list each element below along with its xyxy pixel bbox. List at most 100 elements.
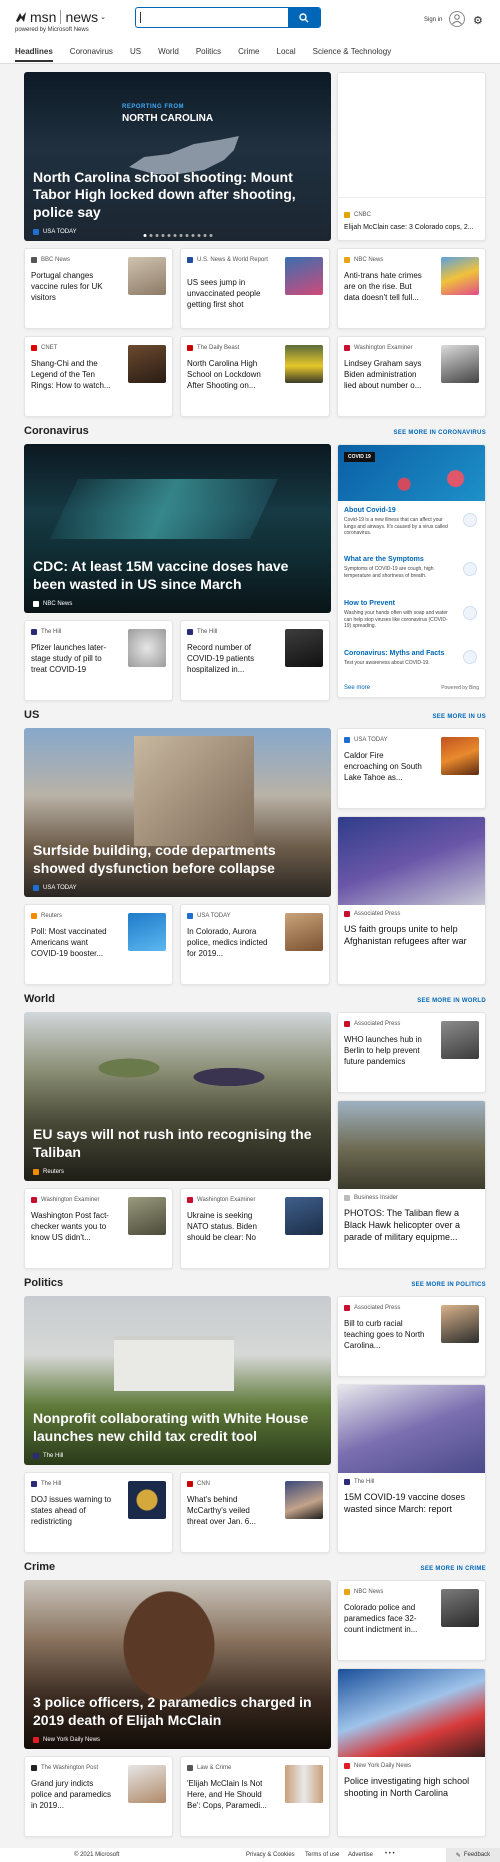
- see-more-politics-link[interactable]: SEE MORE IN POLITICS: [411, 1282, 486, 1288]
- story-card[interactable]: Associated Press WHO launches hub in Ber…: [337, 1012, 486, 1093]
- card-title: Pfizer launches later-stage study of pil…: [31, 643, 107, 674]
- covid-info-panel: COVID 19 About Covid-19 Covid-19 is a new…: [337, 444, 486, 698]
- covid-see-more-link[interactable]: See more: [344, 685, 370, 691]
- hero-state-label: NORTH CAROLINA: [122, 113, 214, 124]
- nav-local[interactable]: Local: [277, 47, 296, 62]
- section-title-politics[interactable]: Politics: [24, 1277, 63, 1289]
- search-box[interactable]: [135, 7, 321, 28]
- card-source: The Hill: [187, 629, 285, 635]
- card-thumbnail: [441, 1589, 479, 1627]
- politics-hero-card[interactable]: Nonprofit collaborating with White House…: [24, 1296, 331, 1465]
- msn-logo[interactable]: msn news ⌄ powered by Microsoft News: [15, 9, 115, 33]
- story-card[interactable]: The Hill Record number of COVID-19 patie…: [180, 620, 330, 701]
- story-card[interactable]: NBC News Anti-trans hate crimes are on t…: [337, 248, 486, 329]
- section-title-coronavirus[interactable]: Coronavirus: [24, 425, 89, 437]
- card-source: Reuters: [31, 913, 128, 919]
- search-button[interactable]: [288, 8, 320, 27]
- nav-coronavirus[interactable]: Coronavirus: [70, 47, 113, 62]
- section-title-us[interactable]: US: [24, 709, 39, 721]
- covid-item-myths[interactable]: Coronavirus: Myths and Facts Test your aw…: [344, 650, 479, 667]
- story-card[interactable]: Reuters Poll: Most vaccinated Americans …: [24, 904, 173, 985]
- gear-icon[interactable]: ⚙: [473, 14, 483, 27]
- see-more-coronavirus-link[interactable]: SEE MORE IN CORONAVIRUS: [394, 430, 486, 436]
- card-title: Shang-Chi and the Legend of the Ten Ring…: [31, 359, 111, 390]
- story-card[interactable]: USA TODAY Caldor Fire encroaching on Sou…: [337, 728, 486, 809]
- crime-hero-card[interactable]: 3 police officers, 2 paramedics charged …: [24, 1580, 331, 1749]
- story-card[interactable]: Washington Examiner Washington Post fact…: [24, 1188, 173, 1269]
- privacy-cookies-link[interactable]: Privacy & Cookies: [246, 1852, 295, 1858]
- story-card[interactable]: The Washington Post Grand jury indicts p…: [24, 1756, 173, 1837]
- card-source: The Hill: [31, 629, 128, 635]
- sign-in-link[interactable]: Sign in: [424, 17, 442, 23]
- card-title: What's behind McCarthy's veiled threat o…: [187, 1495, 256, 1526]
- section-nav: Headlines Coronavirus US World Politics …: [15, 47, 408, 62]
- story-card[interactable]: NBC News Colorado police and paramedics …: [337, 1580, 486, 1661]
- nav-politics[interactable]: Politics: [196, 47, 221, 62]
- card-thumbnail: [441, 257, 479, 295]
- story-card[interactable]: CNN What's behind McCarthy's veiled thre…: [180, 1472, 330, 1553]
- story-card[interactable]: CNET Shang-Chi and the Legend of the Ten…: [24, 336, 173, 417]
- story-card[interactable]: Law & Crime 'Elijah McClain Is Not Here,…: [180, 1756, 330, 1837]
- card-image: [338, 1669, 485, 1757]
- story-card[interactable]: Washington Examiner Lindsey Graham says …: [337, 336, 486, 417]
- covid-item-prevent[interactable]: How to Prevent Washing your hands often w…: [344, 600, 479, 630]
- search-input[interactable]: [142, 10, 292, 27]
- hero-image: [134, 736, 254, 846]
- card-image: [338, 817, 485, 905]
- top-hero-card[interactable]: REPORTING FROM NORTH CAROLINA North Caro…: [24, 72, 331, 241]
- advertise-link[interactable]: Advertise: [348, 1852, 373, 1858]
- avatar-icon[interactable]: [449, 11, 465, 27]
- card-title: WHO launches hub in Berlin to help preve…: [344, 1035, 422, 1066]
- see-more-us-link[interactable]: SEE MORE IN US: [432, 714, 486, 720]
- story-card-large[interactable]: Associated Press US faith groups unite t…: [337, 816, 486, 985]
- story-card[interactable]: U.S. News & World Report US sees jump in…: [180, 248, 330, 329]
- see-more-crime-link[interactable]: SEE MORE IN CRIME: [421, 1566, 486, 1572]
- section-title-world[interactable]: World: [24, 993, 55, 1005]
- card-source: The Daily Beast: [187, 345, 285, 351]
- world-hero-card[interactable]: EU says will not rush into recognising t…: [24, 1012, 331, 1181]
- hero-title: EU says will not rush into recognising t…: [33, 1126, 312, 1160]
- card-thumbnail: [128, 1197, 166, 1235]
- see-more-world-link[interactable]: SEE MORE IN WORLD: [417, 998, 486, 1004]
- covid-badge: COVID 19: [344, 452, 375, 462]
- nav-crime[interactable]: Crime: [238, 47, 259, 62]
- card-title: PHOTOS: The Taliban flew a Black Hawk he…: [344, 1208, 461, 1243]
- story-card[interactable]: Washington Examiner Ukraine is seeking N…: [180, 1188, 330, 1269]
- header-divider: [0, 63, 500, 64]
- story-card[interactable]: The Hill DOJ issues warning to states ah…: [24, 1472, 173, 1553]
- card-title: Bill to curb racial teaching goes to Nor…: [344, 1319, 425, 1350]
- text-cursor: [140, 12, 141, 23]
- card-source: Law & Crime: [187, 1765, 285, 1771]
- covid-item-about[interactable]: About Covid-19 Covid-19 is a new illness …: [344, 507, 479, 537]
- card-title: Police investigating high school shootin…: [344, 1776, 470, 1799]
- terms-of-use-link[interactable]: Terms of use: [305, 1852, 339, 1858]
- card-source: Associated Press: [344, 1305, 441, 1311]
- story-card-large[interactable]: The Hill 15M COVID-19 vaccine doses wast…: [337, 1384, 486, 1553]
- nav-world[interactable]: World: [158, 47, 179, 62]
- coronavirus-hero-card[interactable]: CDC: At least 15M vaccine doses have bee…: [24, 444, 331, 613]
- story-card-large[interactable]: Business Insider PHOTOS: The Taliban fle…: [337, 1100, 486, 1269]
- story-card[interactable]: The Hill Pfizer launches later-stage stu…: [24, 620, 173, 701]
- more-options-icon[interactable]: • • •: [385, 1851, 395, 1857]
- card-thumbnail: [285, 345, 323, 383]
- story-card[interactable]: The Daily Beast North Carolina High Scho…: [180, 336, 330, 417]
- nav-headlines[interactable]: Headlines: [15, 47, 53, 62]
- top-side-card[interactable]: CNBC Elijah McClain case: 3 Colorado cop…: [337, 72, 486, 241]
- us-hero-card[interactable]: Surfside building, code departments show…: [24, 728, 331, 897]
- section-title-crime[interactable]: Crime: [24, 1561, 55, 1573]
- story-card[interactable]: BBC News Portugal changes vaccine rules …: [24, 248, 173, 329]
- covid-item-symptoms[interactable]: What are the Symptoms Symptoms of COVID-1…: [344, 556, 479, 579]
- hero-source: USA TODAY: [33, 229, 77, 235]
- story-card[interactable]: USA TODAY In Colorado, Aurora police, me…: [180, 904, 330, 985]
- story-card[interactable]: Associated Press Bill to curb racial tea…: [337, 1296, 486, 1377]
- carousel-dots[interactable]: [143, 234, 212, 237]
- card-source: USA TODAY: [344, 737, 441, 743]
- story-card-large[interactable]: New York Daily News Police investigating…: [337, 1668, 486, 1837]
- nav-us[interactable]: US: [130, 47, 141, 62]
- card-title: DOJ issues warning to states ahead of re…: [31, 1495, 112, 1526]
- feedback-button[interactable]: ✎ Feedback: [446, 1848, 500, 1862]
- card-thumbnail: [285, 1481, 323, 1519]
- card-title: Portugal changes vaccine rules for UK vi…: [31, 271, 103, 302]
- nav-science-technology[interactable]: Science & Technology: [313, 47, 392, 62]
- card-title: Elijah McClain case: 3 Colorado cops, 2.…: [344, 224, 474, 231]
